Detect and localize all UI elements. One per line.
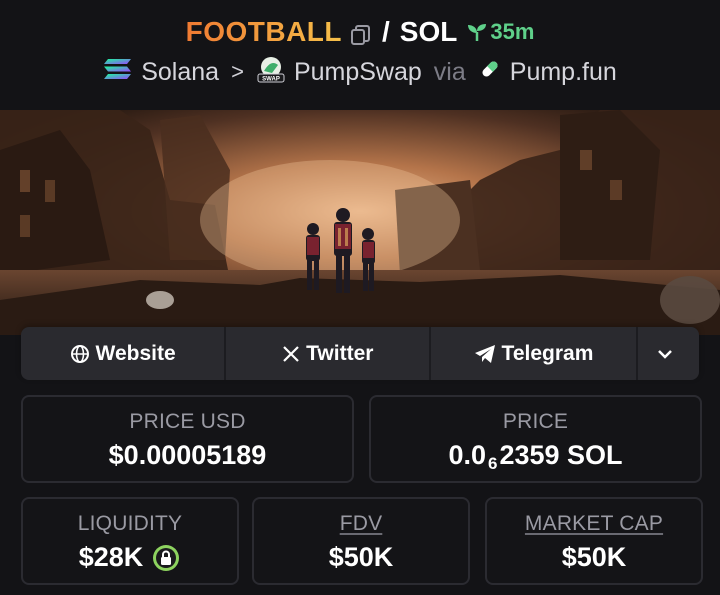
lock-icon[interactable]	[151, 543, 181, 573]
market-cap-card: MARKET CAP $50K	[485, 497, 703, 585]
chain-breadcrumb: Solana > SWAP PumpSwap via Pump.fun	[0, 54, 720, 90]
seedling-icon	[468, 24, 487, 41]
base-symbol: FOOTBALL	[185, 16, 343, 47]
fdv-label[interactable]: FDV	[254, 512, 468, 536]
pair-title: FOOTBALL / SOL 35m	[0, 14, 720, 50]
pair-slash: /	[382, 16, 390, 47]
price-native-value: 0.0 6 2359 SOL	[371, 440, 700, 473]
liquidity-label: LIQUIDITY	[77, 512, 183, 535]
price-zero-count: 6	[488, 453, 498, 473]
price-usd-value: $0.00005189	[108, 440, 267, 470]
chevron-down-icon	[658, 349, 673, 359]
solana-icon	[103, 57, 133, 88]
liquidity-value-row: $28K	[23, 542, 237, 573]
website-button[interactable]: Website	[21, 327, 227, 380]
more-links-button[interactable]	[638, 327, 699, 380]
dex-badge: SWAP	[262, 76, 280, 82]
price-usd-label: PRICE USD	[129, 410, 246, 433]
website-label: Website	[95, 341, 176, 365]
social-links-bar: Website Twitter Telegram	[21, 327, 699, 380]
telegram-label: Telegram	[501, 341, 594, 365]
telegram-button[interactable]: Telegram	[431, 327, 638, 380]
token-page: FOOTBALL / SOL 35m Solana > SWAP PumpSwa…	[0, 0, 720, 595]
market-cap-label[interactable]: MARKET CAP	[487, 512, 701, 536]
x-logo-icon	[283, 345, 299, 362]
launchpad-name[interactable]: Pump.fun	[510, 58, 617, 87]
fdv-value: $50K	[328, 542, 394, 572]
age-value: 35m	[490, 19, 535, 44]
fdv-card: FDV $50K	[252, 497, 470, 585]
globe-icon	[70, 344, 89, 363]
price-usd-card: PRICE USD $0.00005189	[21, 395, 354, 483]
dex-name[interactable]: PumpSwap	[294, 58, 422, 87]
price-suffix: 2359 SOL	[499, 440, 623, 470]
pair-age: 35m	[467, 19, 534, 45]
price-native-label: PRICE	[502, 410, 569, 433]
price-prefix: 0.0	[448, 440, 486, 470]
pumpswap-icon: SWAP	[256, 55, 286, 90]
twitter-button[interactable]: Twitter	[226, 327, 432, 380]
liquidity-card: LIQUIDITY $28K	[21, 497, 239, 585]
telegram-icon	[474, 344, 495, 363]
copy-icon[interactable]	[350, 21, 372, 45]
price-native-card: PRICE 0.0 6 2359 SOL	[369, 395, 702, 483]
liquidity-value: $28K	[78, 542, 144, 572]
quote-symbol: SOL	[399, 16, 458, 47]
pair-header: FOOTBALL / SOL 35m Solana > SWAP PumpSwa…	[0, 0, 720, 110]
breadcrumb-separator: >	[231, 59, 244, 84]
pill-icon	[478, 57, 502, 88]
chain-name[interactable]: Solana	[141, 58, 219, 87]
token-banner-image	[0, 110, 720, 335]
market-cap-value: $50K	[561, 542, 627, 572]
twitter-label: Twitter	[306, 341, 374, 365]
via-label: via	[433, 57, 466, 86]
